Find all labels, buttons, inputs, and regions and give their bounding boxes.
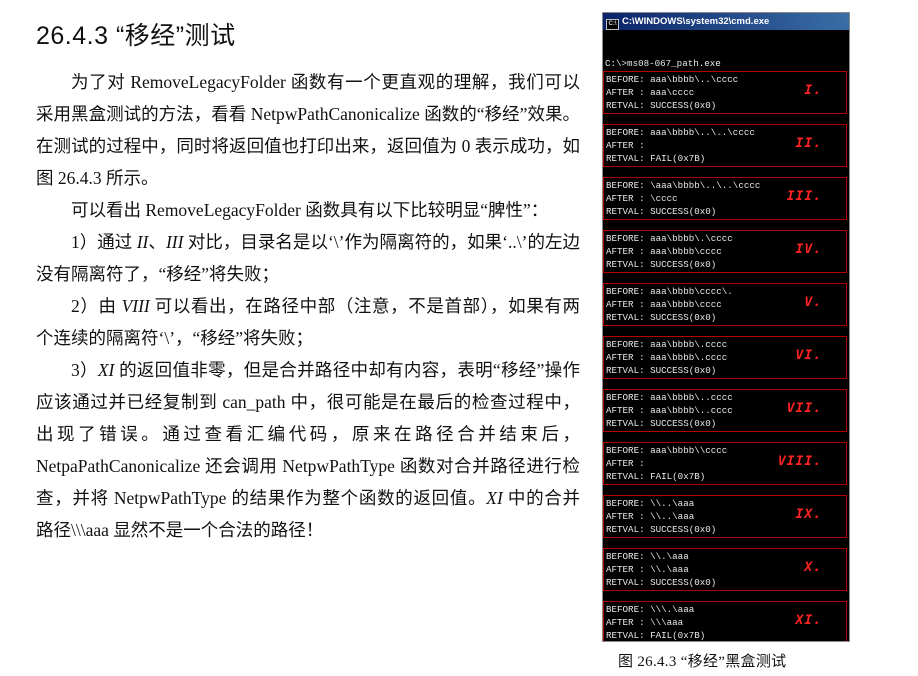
output-after-line: AFTER : \cccc	[606, 193, 678, 204]
output-before-line: BEFORE: \\\.\aaa	[606, 604, 695, 615]
output-retval-line: RETVAL: SUCCESS(0x0)	[606, 312, 717, 323]
paragraph-lead: 可以看出 RemoveLegacyFolder 函数具有以下比较明显“脾性”：	[71, 200, 549, 220]
output-after-line: AFTER : \\\aaa	[606, 617, 684, 628]
output-retval-line: RETVAL: FAIL(0x7B)	[606, 630, 706, 641]
output-retval-line: RETVAL: SUCCESS(0x0)	[606, 206, 717, 217]
output-block: BEFORE: aaa\bbbb\\cccc AFTER : RETVAL: FAI…	[603, 442, 847, 485]
case-label: XI.	[795, 613, 822, 628]
console-titlebar: C:\ C:\WINDOWS\system32\cmd.exe	[603, 13, 849, 30]
output-retval-line: RETVAL: SUCCESS(0x0)	[606, 524, 717, 535]
output-block: BEFORE: \\.\aaa AFTER : \\.\aaa RETVAL: SU…	[603, 548, 847, 591]
paragraph-intro: 为了对 RemoveLegacyFolder 函数有一个更直观的理解，我们可以采…	[36, 72, 580, 188]
output-before-line: BEFORE: \\.\aaa	[606, 551, 689, 562]
case-label: I.	[804, 83, 822, 98]
output-before-line: BEFORE: aaa\bbbb\..cccc	[606, 392, 733, 403]
output-block: BEFORE: aaa\bbbb\.\cccc AFTER : aaa\bbbb\…	[603, 230, 847, 273]
output-after-line: AFTER :	[606, 140, 645, 151]
output-block: BEFORE: aaa\bbbb\.cccc AFTER : aaa\bbbb\.…	[603, 336, 847, 379]
output-block: BEFORE: aaa\bbbb\..\..\cccc AFTER : RETVAL…	[603, 124, 847, 167]
output-retval-line: RETVAL: SUCCESS(0x0)	[606, 259, 717, 270]
case-label: III.	[786, 189, 822, 204]
output-before-line: BEFORE: \\..\aaa	[606, 498, 695, 509]
console-title: C:\WINDOWS\system32\cmd.exe	[622, 16, 770, 27]
console-prompt: C:\>ms08-067_path.exe	[605, 58, 721, 69]
output-retval-line: RETVAL: SUCCESS(0x0)	[606, 418, 717, 429]
list-item-2: 2）由 VIII 可以看出，在路径中部（注意，不是首部），如果有两个连续的隔离符…	[36, 296, 580, 348]
output-retval-line: RETVAL: FAIL(0x7B)	[606, 153, 706, 164]
output-before-line: BEFORE: aaa\bbbb\cccc\.	[606, 286, 733, 297]
output-before-line: BEFORE: aaa\bbbb\\cccc	[606, 445, 728, 456]
output-block: BEFORE: \\..\aaa AFTER : \\..\aaa RETVAL: …	[603, 495, 847, 538]
case-label: X.	[804, 560, 822, 575]
output-block: BEFORE: \\\.\aaa AFTER : \\\aaa RETVAL: FA…	[603, 601, 847, 641]
case-label: VIII.	[777, 454, 822, 469]
output-after-line: AFTER : \\.\aaa	[606, 564, 689, 575]
list-item-3: 3）XI 的返回值非零，但是合并路径中却有内容，表明“移经”操作应该通过并已经复…	[36, 360, 580, 540]
case-label: IV.	[795, 242, 822, 257]
output-after-line: AFTER : aaa\bbbb\cccc	[606, 299, 722, 310]
output-before-line: BEFORE: aaa\bbbb\.cccc	[606, 339, 728, 350]
output-block: BEFORE: aaa\bbbb\..\cccc AFTER : aaa\cccc…	[603, 71, 847, 114]
output-retval-line: RETVAL: SUCCESS(0x0)	[606, 577, 717, 588]
list-item-1: 1）通过 II、III 对比，目录名是以‘\’作为隔离符的，如果‘..\’的左边…	[36, 232, 581, 284]
case-label: V.	[804, 295, 822, 310]
output-before-line: BEFORE: \aaa\bbbb\..\..\cccc	[606, 180, 761, 191]
case-label: II.	[795, 136, 822, 151]
section-title: 26.4.3 “移经”测试	[36, 22, 236, 50]
output-after-line: AFTER : aaa\cccc	[606, 87, 695, 98]
case-label: VI.	[795, 348, 822, 363]
case-label: VII.	[786, 401, 822, 416]
output-after-line: AFTER : \\..\aaa	[606, 511, 695, 522]
output-after-line: AFTER : aaa\bbbb\..cccc	[606, 405, 733, 416]
output-retval-line: RETVAL: FAIL(0x7B)	[606, 471, 706, 482]
output-retval-line: RETVAL: SUCCESS(0x0)	[606, 365, 717, 376]
output-after-line: AFTER : aaa\bbbb\.cccc	[606, 352, 728, 363]
console-window: C:\ C:\WINDOWS\system32\cmd.exe C:\>ms08-…	[602, 12, 850, 642]
cmd-icon: C:\	[606, 19, 619, 30]
output-after-line: AFTER :	[606, 458, 645, 469]
output-before-line: BEFORE: aaa\bbbb\.\cccc	[606, 233, 733, 244]
body-text: 为了对 RemoveLegacyFolder 函数有一个更直观的理解，我们可以采…	[36, 66, 580, 546]
case-label: IX.	[795, 507, 822, 522]
output-before-line: BEFORE: aaa\bbbb\..\cccc	[606, 74, 739, 85]
output-block: BEFORE: aaa\bbbb\..cccc AFTER : aaa\bbbb\…	[603, 389, 847, 432]
output-after-line: AFTER : aaa\bbbb\cccc	[606, 246, 722, 257]
output-before-line: BEFORE: aaa\bbbb\..\..\cccc	[606, 127, 755, 138]
output-block: BEFORE: aaa\bbbb\cccc\. AFTER : aaa\bbbb\…	[603, 283, 847, 326]
figure-caption: 图 26.4.3 “移经”黑盒测试	[618, 654, 787, 670]
output-block: BEFORE: \aaa\bbbb\..\..\cccc AFTER : \ccc…	[603, 177, 847, 220]
output-retval-line: RETVAL: SUCCESS(0x0)	[606, 100, 717, 111]
